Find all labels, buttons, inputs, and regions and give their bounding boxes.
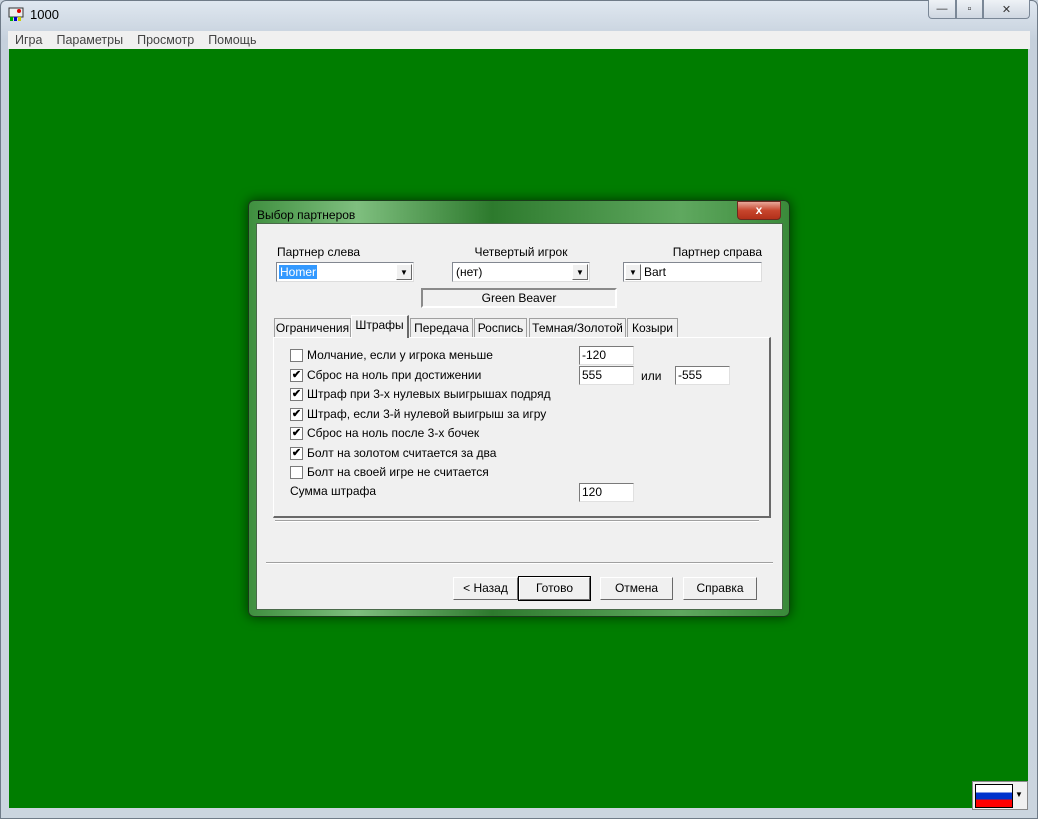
menu-bar: Игра Параметры Просмотр Помощь	[8, 31, 1030, 49]
option-label: Штраф, если 3-й нулевой выигрыш за игру	[307, 407, 547, 421]
menu-game[interactable]: Игра	[8, 31, 49, 49]
penalty-sum-input[interactable]: 120	[579, 483, 634, 502]
dialog-close-button[interactable]: x	[737, 201, 781, 220]
chevron-down-icon[interactable]: ▼	[396, 264, 412, 280]
option-label: Молчание, если у игрока меньше	[307, 348, 493, 362]
menu-view[interactable]: Просмотр	[130, 31, 201, 49]
tab-scoring[interactable]: Роспись	[474, 318, 527, 338]
maximize-button[interactable]: ▫	[956, 0, 983, 19]
menu-settings[interactable]: Параметры	[49, 31, 130, 49]
chevron-down-icon[interactable]: ▼	[572, 264, 588, 280]
fourth-player-combo[interactable]: (нет) ▼	[452, 262, 590, 282]
fourth-player-label: Четвертый игрок	[474, 245, 568, 259]
left-partner-combo[interactable]: Homer ▼	[276, 262, 414, 282]
option-checkbox[interactable]: ✔	[290, 427, 303, 440]
menu-help[interactable]: Помощь	[201, 31, 263, 49]
right-partner-label: Партнер справа	[672, 245, 762, 259]
left-partner-value: Homer	[279, 265, 318, 279]
option-label: Болт на золотом считается за два	[307, 446, 497, 460]
or-label: или	[641, 369, 662, 383]
chevron-down-icon[interactable]: ▼	[625, 264, 641, 280]
right-partner-combo[interactable]: ▼ Bart	[623, 262, 762, 282]
left-partner-label: Партнер слева	[277, 245, 361, 259]
help-button[interactable]: Справка	[683, 577, 757, 600]
close-button[interactable]: ✕	[983, 0, 1030, 19]
reset-value-input[interactable]: 555	[579, 366, 634, 385]
back-button[interactable]: < Назад	[453, 577, 518, 600]
russian-flag-icon	[975, 784, 1013, 808]
option-label: Болт на своей игре не считается	[307, 465, 489, 479]
cancel-button[interactable]: Отмена	[600, 577, 673, 600]
language-selector[interactable]: ▼	[972, 781, 1028, 810]
option-label: Сброс на ноль после 3-х бочек	[307, 426, 480, 440]
tab-trumps[interactable]: Козыри	[627, 318, 678, 338]
option-checkbox[interactable]: ✔	[290, 408, 303, 421]
app-icon	[8, 6, 24, 22]
tab-penalties[interactable]: Штрафы	[351, 315, 409, 338]
divider	[266, 562, 773, 564]
dialog-title: Выбор партнеров	[257, 208, 356, 222]
option-checkbox[interactable]	[290, 349, 303, 362]
penalty-sum-label: Сумма штрафа	[290, 484, 377, 498]
minimize-button[interactable]: —	[928, 0, 956, 19]
right-partner-value: Bart	[644, 265, 667, 279]
done-button[interactable]: Готово	[518, 576, 591, 601]
window-title: 1000	[30, 7, 59, 22]
team-name: Green Beaver	[421, 288, 617, 308]
chevron-down-icon[interactable]: ▼	[1015, 790, 1023, 799]
divider	[275, 520, 759, 522]
tab-dark-golden[interactable]: Темная/Золотой	[529, 318, 626, 338]
option-checkbox[interactable]: ✔	[290, 447, 303, 460]
option-label: Сброс на ноль при достижении	[307, 368, 482, 382]
tab-limits[interactable]: Ограничения	[274, 318, 351, 338]
reset-value2-input[interactable]: -555	[675, 366, 730, 385]
option-checkbox[interactable]: ✔	[290, 388, 303, 401]
fourth-player-value: (нет)	[456, 265, 483, 279]
option-label: Штраф при 3-х нулевых выигрышах подряд	[307, 387, 551, 401]
tab-transfer[interactable]: Передача	[410, 318, 473, 338]
option-checkbox[interactable]	[290, 466, 303, 479]
silence-threshold-input[interactable]: -120	[579, 346, 634, 365]
option-checkbox[interactable]: ✔	[290, 369, 303, 382]
